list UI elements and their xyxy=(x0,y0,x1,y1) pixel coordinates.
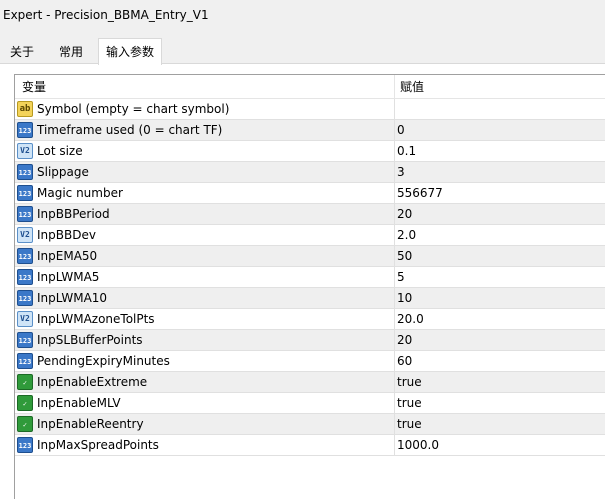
double-type-icon: V2 xyxy=(17,311,33,327)
integer-type-icon: 123 xyxy=(17,185,33,201)
parameter-value[interactable]: 60 xyxy=(397,351,412,372)
parameter-name: Magic number xyxy=(37,186,123,200)
parameter-name: InpEnableReentry xyxy=(37,417,144,431)
parameter-name: InpLWMA10 xyxy=(37,291,108,305)
table-row[interactable]: ab Symbol (empty = chart symbol) xyxy=(15,99,605,120)
integer-type-icon: 123 xyxy=(17,206,33,222)
parameter-name: InpMaxSpreadPoints xyxy=(37,438,159,452)
tab-content-panel: 变量 赋值 ab Symbol (empty = chart symbol) 123… xyxy=(0,63,605,499)
table-row[interactable]: 123 InpSLBufferPoints 20 xyxy=(15,330,605,351)
boolean-type-icon: ✓ xyxy=(17,395,33,411)
integer-type-icon: 123 xyxy=(17,122,33,138)
header-value[interactable]: 赋值 xyxy=(400,75,424,99)
column-separator xyxy=(394,351,395,372)
parameter-name: InpLWMA5 xyxy=(37,270,100,284)
column-separator xyxy=(394,393,395,414)
column-separator xyxy=(394,246,395,267)
column-separator xyxy=(394,204,395,225)
parameter-value[interactable]: 2.0 xyxy=(397,225,416,246)
parameter-value[interactable]: 5 xyxy=(397,267,405,288)
column-separator[interactable] xyxy=(394,75,395,99)
tab-input-parameters[interactable]: 输入参数 xyxy=(98,38,162,65)
table-row[interactable]: 123 PendingExpiryMinutes 60 xyxy=(15,351,605,372)
integer-type-icon: 123 xyxy=(17,164,33,180)
tab-about[interactable]: 关于 xyxy=(2,40,42,64)
parameter-value[interactable]: 0.1 xyxy=(397,141,416,162)
parameter-value[interactable]: 10 xyxy=(397,288,412,309)
table-row[interactable]: V2 Lot size 0.1 xyxy=(15,141,605,162)
column-separator xyxy=(394,288,395,309)
column-separator xyxy=(394,120,395,141)
boolean-type-icon: ✓ xyxy=(17,416,33,432)
parameter-name: InpEnableExtreme xyxy=(37,375,148,389)
column-separator xyxy=(394,414,395,435)
parameter-name: Timeframe used (0 = chart TF) xyxy=(37,123,223,137)
parameter-value[interactable]: 50 xyxy=(397,246,412,267)
column-separator xyxy=(394,330,395,351)
parameter-name: Slippage xyxy=(37,165,89,179)
parameter-value[interactable]: 556677 xyxy=(397,183,443,204)
column-separator xyxy=(394,141,395,162)
parameter-value[interactable]: 20 xyxy=(397,204,412,225)
table-row[interactable]: 123 InpLWMA5 5 xyxy=(15,267,605,288)
column-separator xyxy=(394,99,395,120)
table-row[interactable]: ✓ InpEnableMLV true xyxy=(15,393,605,414)
column-separator xyxy=(394,435,395,456)
parameter-name: InpEMA50 xyxy=(37,249,98,263)
column-separator xyxy=(394,162,395,183)
table-row[interactable]: 123 InpBBPeriod 20 xyxy=(15,204,605,225)
column-separator xyxy=(394,267,395,288)
boolean-type-icon: ✓ xyxy=(17,374,33,390)
parameter-value[interactable]: 3 xyxy=(397,162,405,183)
table-row[interactable]: 123 InpEMA50 50 xyxy=(15,246,605,267)
integer-type-icon: 123 xyxy=(17,248,33,264)
parameter-name: Symbol (empty = chart symbol) xyxy=(37,102,230,116)
table-row[interactable]: 123 Magic number 556677 xyxy=(15,183,605,204)
table-row[interactable]: V2 InpBBDev 2.0 xyxy=(15,225,605,246)
parameters-grid: 变量 赋值 ab Symbol (empty = chart symbol) 123… xyxy=(14,74,605,499)
table-row[interactable]: 123 InpLWMA10 10 xyxy=(15,288,605,309)
table-row[interactable]: V2 InpLWMAzoneTolPts 20.0 xyxy=(15,309,605,330)
parameter-name: InpBBPeriod xyxy=(37,207,110,221)
table-row[interactable]: 123 Timeframe used (0 = chart TF) 0 xyxy=(15,120,605,141)
integer-type-icon: 123 xyxy=(17,353,33,369)
tab-common[interactable]: 常用 xyxy=(48,40,94,64)
parameter-name: InpSLBufferPoints xyxy=(37,333,143,347)
grid-header: 变量 赋值 xyxy=(15,75,605,99)
parameter-value[interactable]: true xyxy=(397,372,422,393)
table-row[interactable]: ✓ InpEnableExtreme true xyxy=(15,372,605,393)
column-separator xyxy=(394,225,395,246)
parameter-value[interactable]: 20 xyxy=(397,330,412,351)
window-titlebar: Expert - Precision_BBMA_Entry_V1 xyxy=(0,0,605,32)
integer-type-icon: 123 xyxy=(17,437,33,453)
parameter-value[interactable]: 0 xyxy=(397,120,405,141)
parameter-name: Lot size xyxy=(37,144,83,158)
integer-type-icon: 123 xyxy=(17,269,33,285)
parameter-value[interactable]: 1000.0 xyxy=(397,435,439,456)
column-separator xyxy=(394,183,395,204)
header-variable[interactable]: 变量 xyxy=(22,75,46,99)
integer-type-icon: 123 xyxy=(17,290,33,306)
column-separator xyxy=(394,372,395,393)
parameter-value[interactable]: true xyxy=(397,414,422,435)
parameter-name: InpBBDev xyxy=(37,228,96,242)
integer-type-icon: 123 xyxy=(17,332,33,348)
double-type-icon: V2 xyxy=(17,227,33,243)
tab-bar: 关于 常用 输入参数 xyxy=(0,38,605,65)
parameter-rows: ab Symbol (empty = chart symbol) 123 Timefr… xyxy=(15,99,605,456)
double-type-icon: V2 xyxy=(17,143,33,159)
string-type-icon: ab xyxy=(17,101,33,117)
parameter-name: PendingExpiryMinutes xyxy=(37,354,170,368)
column-separator xyxy=(394,309,395,330)
parameter-name: InpEnableMLV xyxy=(37,396,121,410)
table-row[interactable]: 123 InpMaxSpreadPoints 1000.0 xyxy=(15,435,605,456)
table-row[interactable]: 123 Slippage 3 xyxy=(15,162,605,183)
parameter-value[interactable]: 20.0 xyxy=(397,309,424,330)
table-row[interactable]: ✓ InpEnableReentry true xyxy=(15,414,605,435)
parameter-value[interactable]: true xyxy=(397,393,422,414)
window-title: Expert - Precision_BBMA_Entry_V1 xyxy=(3,8,209,22)
parameter-name: InpLWMAzoneTolPts xyxy=(37,312,155,326)
